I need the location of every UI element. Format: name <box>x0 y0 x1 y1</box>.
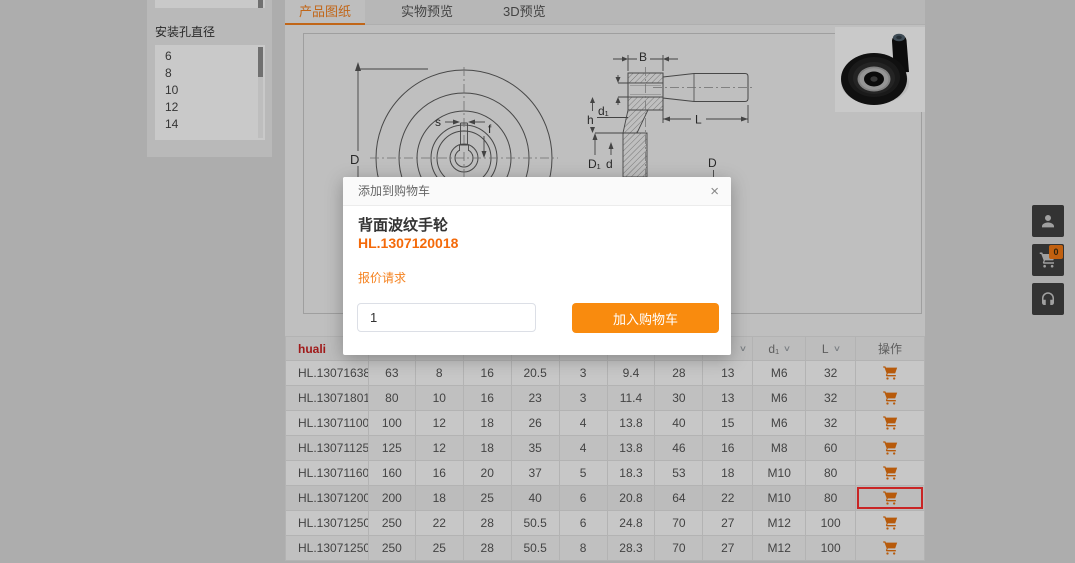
quote-request-link[interactable]: 报价请求 <box>358 269 406 286</box>
add-to-cart-modal: 添加到购物车 × 背面波纹手轮 HL.1307120018 报价请求 加入购物车 <box>343 177 731 355</box>
product-name: 背面波纹手轮 <box>358 214 448 235</box>
modal-title: 添加到购物车 <box>358 184 430 198</box>
modal-header: 添加到购物车 × <box>343 177 731 206</box>
quantity-input[interactable] <box>357 303 536 332</box>
part-number: HL.1307120018 <box>358 235 458 251</box>
add-to-cart-button[interactable]: 加入购物车 <box>572 303 719 333</box>
page: 安装孔直径 68101214 产品图纸实物预览3D预览 <box>0 0 1075 563</box>
close-icon[interactable]: × <box>710 177 719 206</box>
